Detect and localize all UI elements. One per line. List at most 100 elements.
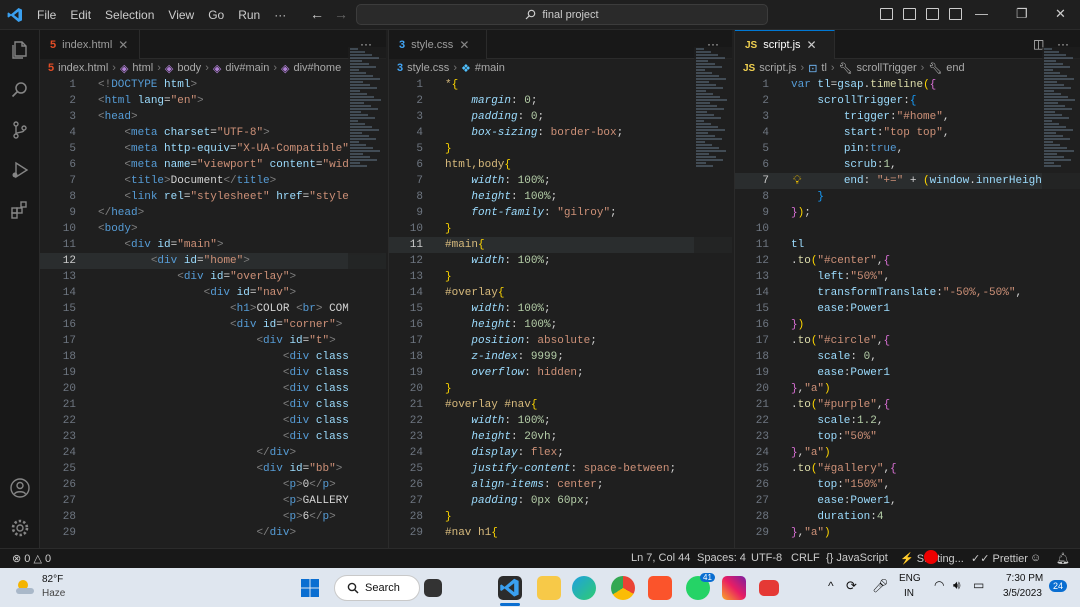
menu-edit[interactable]: Edit bbox=[63, 0, 98, 30]
code-editor-js[interactable]: 1 var tl=gsap.timeline({2 scrollTrigger:{… bbox=[735, 77, 1080, 548]
code-line[interactable]: 2 scrollTrigger:{ bbox=[735, 93, 1080, 109]
search-view-icon[interactable] bbox=[8, 78, 32, 102]
code-line[interactable]: 1 var tl=gsap.timeline({ bbox=[735, 77, 1080, 93]
code-line[interactable]: 13 left:"50%", bbox=[735, 269, 1080, 285]
breadcrumb-item[interactable]: end bbox=[946, 62, 964, 74]
code-line[interactable]: 21 <div class bbox=[40, 397, 386, 413]
code-line[interactable]: 17 position: absolute; bbox=[389, 333, 732, 349]
vscode-taskbar-icon[interactable] bbox=[498, 576, 522, 600]
clock-date[interactable]: 3/5/2023 bbox=[1003, 588, 1042, 599]
code-line[interactable]: 22 scale:1.2, bbox=[735, 413, 1080, 429]
code-line[interactable]: 17 <div id="t"> bbox=[40, 333, 386, 349]
code-line[interactable]: 25 .to("#gallery",{ bbox=[735, 461, 1080, 477]
code-line[interactable]: 16 height: 100%; bbox=[389, 317, 732, 333]
lightbulb-icon[interactable]: 💡︎ bbox=[793, 173, 801, 188]
code-line[interactable]: 12 .to("#center",{ bbox=[735, 253, 1080, 269]
code-line[interactable]: 2 margin: 0; bbox=[389, 93, 732, 109]
code-line[interactable]: 7 end: "+=" + (window.innerHeigh bbox=[735, 173, 1080, 189]
tab-style-css[interactable]: 3 style.css ✕ bbox=[389, 30, 487, 59]
code-editor-css[interactable]: 1 *{2 margin: 0; 3 padding: 0; 4 box-sizing… bbox=[389, 77, 732, 548]
code-editor-html[interactable]: 1 <!DOCTYPE html> 2 <html lang="en"> 3 <head>… bbox=[40, 77, 386, 548]
brave-browser-icon[interactable] bbox=[648, 576, 672, 600]
code-line[interactable]: 29 #nav h1{ bbox=[389, 525, 732, 541]
code-line[interactable]: 7 width: 100%; bbox=[389, 173, 732, 189]
clock-time[interactable]: 7:30 PM bbox=[1006, 573, 1043, 584]
code-line[interactable]: 10} bbox=[389, 221, 732, 237]
code-line[interactable]: 16}) bbox=[735, 317, 1080, 333]
close-tab-icon[interactable]: ✕ bbox=[807, 38, 817, 52]
taskbar-search[interactable]: Search bbox=[334, 575, 420, 601]
code-line[interactable]: 22 width: 100%; bbox=[389, 413, 732, 429]
close-tab-icon[interactable]: ✕ bbox=[118, 38, 128, 52]
instagram-icon[interactable] bbox=[722, 576, 746, 600]
close-window-icon[interactable]: ✕ bbox=[1055, 6, 1066, 22]
breadcrumb-item[interactable]: script.js bbox=[759, 62, 796, 74]
wifi-icon[interactable]: ◠ bbox=[934, 578, 944, 592]
close-tab-icon[interactable]: ✕ bbox=[459, 38, 469, 52]
code-line[interactable]: 3 <head> bbox=[40, 109, 386, 125]
minimap-html[interactable] bbox=[348, 47, 386, 607]
code-line[interactable]: 22 <div class bbox=[40, 413, 386, 429]
code-line[interactable]: 16 <div id="corner"> bbox=[40, 317, 386, 333]
code-line[interactable]: 28 duration:4 bbox=[735, 509, 1080, 525]
code-line[interactable]: 7 <title>Document</title> bbox=[40, 173, 386, 189]
code-line[interactable]: 6 <meta name="viewport" content="wid bbox=[40, 157, 386, 173]
code-line[interactable]: 8 } bbox=[735, 189, 1080, 205]
toggle-primary-sidebar-icon[interactable] bbox=[880, 8, 893, 20]
breadcrumb-item[interactable]: #main bbox=[475, 62, 505, 74]
microphone-icon[interactable]: 🎤︎ bbox=[872, 578, 889, 594]
code-line[interactable]: 21 #overlay #nav{ bbox=[389, 397, 732, 413]
code-line[interactable]: 14 transformTranslate:"-50%,-50%", bbox=[735, 285, 1080, 301]
notifications-bell-icon[interactable]: 🔔︎ bbox=[1056, 552, 1070, 565]
menu-selection[interactable]: Selection bbox=[98, 0, 161, 30]
edge-browser-icon[interactable] bbox=[572, 576, 596, 600]
code-line[interactable]: 25 <div id="bb"> bbox=[40, 461, 386, 477]
breadcrumb-item[interactable]: div#main bbox=[225, 62, 269, 74]
breadcrumb-item[interactable]: index.html bbox=[58, 62, 108, 74]
code-line[interactable]: 10 bbox=[735, 221, 1080, 237]
code-line[interactable]: 27 padding: 0px 60px; bbox=[389, 493, 732, 509]
minimize-icon[interactable]: — bbox=[975, 6, 988, 21]
breadcrumb-item[interactable]: div#home bbox=[294, 62, 342, 74]
code-line[interactable]: 15 ease:Power1 bbox=[735, 301, 1080, 317]
breadcrumb-item[interactable]: tl bbox=[821, 62, 827, 74]
code-line[interactable]: 24},"a") bbox=[735, 445, 1080, 461]
code-line[interactable]: 5 <meta http-equiv="X-UA-Compatible" bbox=[40, 141, 386, 157]
code-line[interactable]: 14 #overlay{ bbox=[389, 285, 732, 301]
volume-icon[interactable]: 🔊︎ bbox=[953, 578, 961, 593]
code-line[interactable]: 18 <div class bbox=[40, 349, 386, 365]
code-line[interactable]: 29 </div> bbox=[40, 525, 386, 541]
code-line[interactable]: 27 ease:Power1, bbox=[735, 493, 1080, 509]
menu-file[interactable]: File bbox=[30, 0, 63, 30]
toggle-secondary-sidebar-icon[interactable] bbox=[926, 8, 939, 20]
code-line[interactable]: 9}); bbox=[735, 205, 1080, 221]
tab-index-html[interactable]: 5 index.html ✕ bbox=[40, 30, 140, 59]
code-line[interactable]: 18 scale: 0, bbox=[735, 349, 1080, 365]
code-line[interactable]: 26 align-items: center; bbox=[389, 477, 732, 493]
code-line[interactable]: 5 pin:true, bbox=[735, 141, 1080, 157]
code-line[interactable]: 27 <p>GALLERY bbox=[40, 493, 386, 509]
code-line[interactable]: 3 padding: 0; bbox=[389, 109, 732, 125]
minimap-js[interactable] bbox=[1042, 47, 1080, 607]
language-mode[interactable]: {} JavaScript bbox=[826, 552, 888, 564]
code-line[interactable]: 8 <link rel="stylesheet" href="style bbox=[40, 189, 386, 205]
code-line[interactable]: 10 <body> bbox=[40, 221, 386, 237]
toggle-panel-icon[interactable] bbox=[903, 8, 916, 20]
code-line[interactable]: 20},"a") bbox=[735, 381, 1080, 397]
show-hidden-icons-chevron-icon[interactable]: ^ bbox=[828, 579, 834, 593]
problems-indicator[interactable]: ⊗ 0 △ 0 bbox=[12, 552, 51, 565]
file-explorer-icon[interactable] bbox=[537, 576, 561, 600]
customize-layout-icon[interactable] bbox=[949, 8, 962, 20]
menu-go[interactable]: Go bbox=[201, 0, 231, 30]
cursor-position[interactable]: Ln 7, Col 44 bbox=[631, 552, 690, 564]
code-line[interactable]: 14 <div id="nav"> bbox=[40, 285, 386, 301]
breadcrumb-item[interactable]: body bbox=[177, 62, 201, 74]
code-line[interactable]: 29},"a") bbox=[735, 525, 1080, 541]
manage-gear-icon[interactable] bbox=[8, 516, 32, 540]
code-line[interactable]: 4 box-sizing: border-box; bbox=[389, 125, 732, 141]
code-line[interactable]: 9 font-family: "gilroy"; bbox=[389, 205, 732, 221]
code-line[interactable]: 8 height: 100%; bbox=[389, 189, 732, 205]
breadcrumb-item[interactable]: html bbox=[132, 62, 153, 74]
code-line[interactable]: 19 overflow: hidden; bbox=[389, 365, 732, 381]
code-line[interactable]: 4 start:"top top", bbox=[735, 125, 1080, 141]
